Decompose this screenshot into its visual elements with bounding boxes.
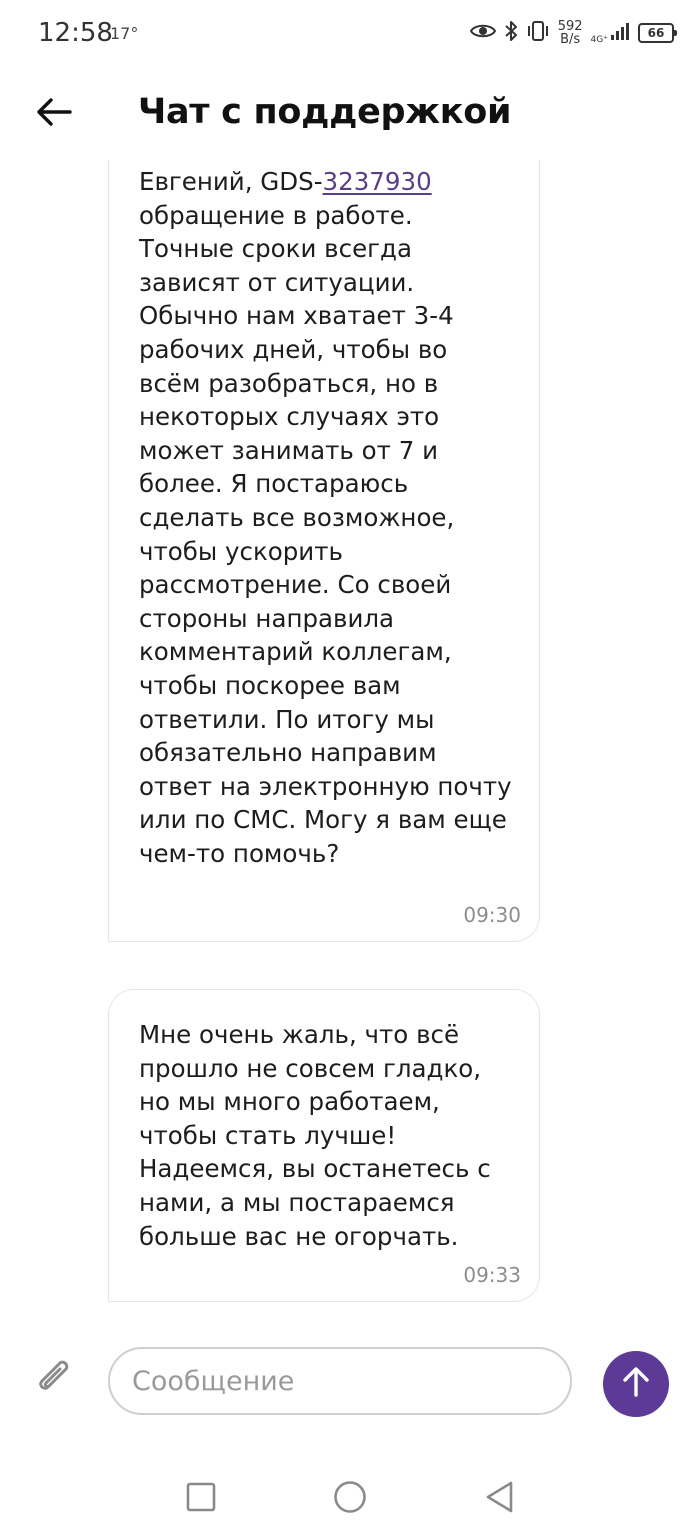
- signal-icon: [610, 21, 630, 45]
- message-body: обращение в работе. Точные сроки всегда …: [139, 200, 512, 868]
- status-temperature: 17°: [110, 24, 139, 43]
- send-button[interactable]: [603, 1351, 669, 1417]
- home-button[interactable]: [328, 1477, 372, 1521]
- triangle-back-icon: [485, 1480, 515, 1518]
- eye-icon: [469, 22, 496, 44]
- app-header: Чат с поддержкой: [0, 70, 700, 160]
- page-title: Чат с поддержкой: [138, 92, 512, 132]
- signal-label: 4G⁺: [590, 35, 608, 45]
- message-input[interactable]: [108, 1347, 572, 1415]
- battery-icon: 66: [638, 23, 677, 43]
- message-text: Мне очень жаль, что всё прошло не совсем…: [139, 1020, 491, 1251]
- message-bubble: Мне очень жаль, что всё прошло не совсем…: [108, 989, 540, 1302]
- network-speed-unit: B/s: [560, 32, 581, 47]
- square-icon: [186, 1482, 216, 1516]
- bluetooth-icon: [504, 20, 518, 46]
- back-nav-button[interactable]: [478, 1477, 522, 1521]
- signal-group: 4G⁺: [591, 21, 630, 45]
- message-time: 09:30: [463, 903, 521, 927]
- vibrate-icon: [526, 20, 550, 46]
- arrow-left-icon: [36, 97, 72, 131]
- status-icons: 592 B/s 4G⁺ 66: [469, 20, 677, 46]
- ticket-number-link[interactable]: 3237930: [323, 167, 432, 196]
- network-speed: 592 B/s: [558, 20, 583, 46]
- circle-icon: [333, 1480, 367, 1518]
- message-bubble: Евгений, GDS-3237930 обращение в работе.…: [108, 160, 540, 942]
- recent-apps-button[interactable]: [179, 1477, 223, 1521]
- arrow-up-icon: [621, 1366, 651, 1402]
- message-greeting: Евгений, GDS-: [139, 167, 323, 196]
- status-bar: 12:58 17° 592 B/s 4G⁺ 66: [0, 0, 700, 70]
- message-time: 09:33: [463, 1263, 521, 1287]
- message-text: Евгений, GDS-3237930 обращение в работе.…: [139, 165, 515, 870]
- status-time: 12:58: [38, 18, 113, 48]
- paperclip-icon: [34, 1357, 74, 1403]
- chat-messages[interactable]: Евгений, GDS-3237930 обращение в работе.…: [0, 160, 700, 1330]
- attach-button[interactable]: [30, 1356, 78, 1404]
- back-button[interactable]: [28, 88, 80, 140]
- message-composer: [0, 1330, 700, 1440]
- system-nav-bar: [0, 1455, 700, 1539]
